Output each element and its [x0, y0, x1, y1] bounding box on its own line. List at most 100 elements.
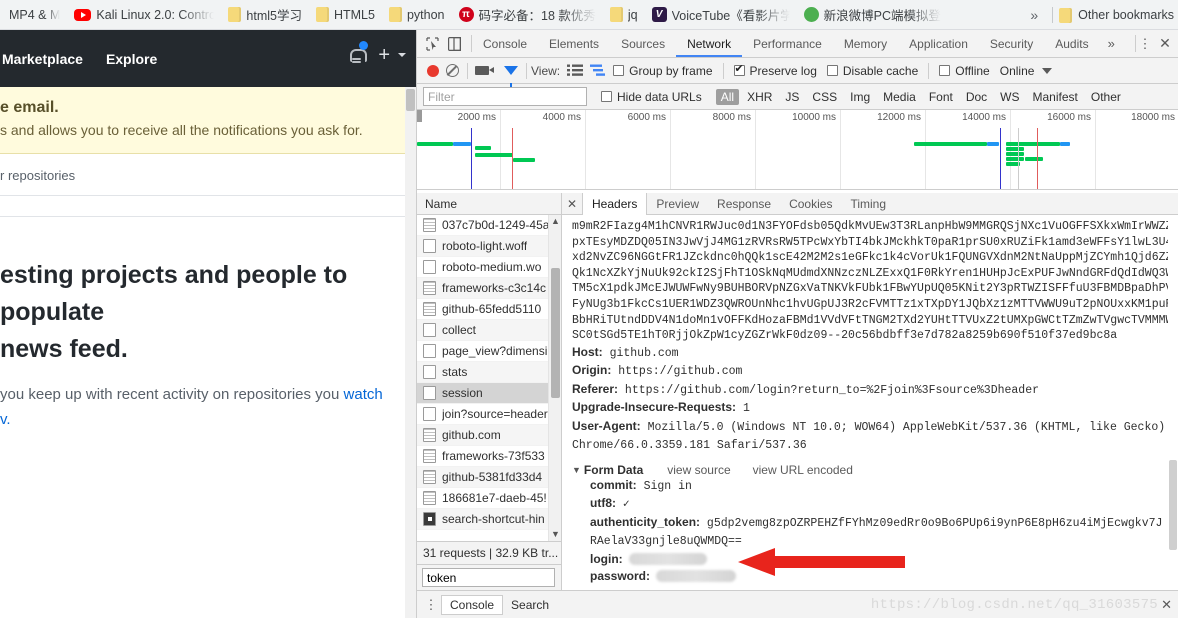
- tab-response[interactable]: Response: [708, 193, 780, 214]
- network-overview-timeline[interactable]: 2000 ms 4000 ms 6000 ms 8000 ms 10000 ms…: [417, 110, 1178, 190]
- form-data-section-header[interactable]: ▼ Form Data view source view URL encoded: [572, 463, 1178, 477]
- waterfall-view-icon[interactable]: [590, 64, 606, 78]
- tab-application[interactable]: Application: [898, 30, 979, 57]
- overview-band: [987, 142, 999, 146]
- group-by-frame-checkbox[interactable]: Group by frame: [613, 64, 713, 78]
- bookmark-item[interactable]: V VoiceTube《看影片学: [645, 3, 797, 27]
- capture-screenshots-icon[interactable]: [475, 66, 494, 75]
- request-list-scrollbar[interactable]: ▲ ▼: [548, 215, 561, 541]
- table-row[interactable]: github-5381fd33d4: [417, 467, 561, 488]
- request-list[interactable]: 037c7b0d-1249-45a roboto-light.woff robo…: [417, 215, 561, 541]
- filter-icon[interactable]: [504, 66, 518, 87]
- table-row[interactable]: frameworks-73f533: [417, 446, 561, 467]
- drawer-more-options-icon[interactable]: ⋮: [421, 598, 441, 611]
- bookmark-item[interactable]: HTML5: [309, 3, 382, 27]
- more-options-icon[interactable]: ⋮: [1136, 37, 1154, 50]
- other-bookmarks-button[interactable]: Other bookmarks: [1078, 8, 1174, 22]
- bookmark-item[interactable]: html5学习: [221, 3, 309, 27]
- toggle-device-toolbar-icon[interactable]: [448, 36, 461, 51]
- type-filter-xhr[interactable]: XHR: [742, 89, 777, 105]
- scroll-up-icon[interactable]: ▲: [549, 215, 561, 228]
- watch-link[interactable]: watch: [344, 386, 383, 403]
- tab-elements[interactable]: Elements: [538, 30, 610, 57]
- scroll-down-icon[interactable]: ▼: [549, 528, 561, 541]
- scrollbar-thumb[interactable]: [551, 268, 560, 398]
- tab-memory[interactable]: Memory: [833, 30, 898, 57]
- bookmark-item[interactable]: π 码字必备：18 款优秀: [452, 3, 603, 27]
- bookmark-item[interactable]: python: [382, 3, 452, 27]
- table-row-selected[interactable]: session: [417, 383, 561, 404]
- type-filter-media[interactable]: Media: [878, 89, 921, 105]
- request-column-header[interactable]: Name: [417, 193, 561, 215]
- table-row[interactable]: github-65fedd5110: [417, 299, 561, 320]
- filter-input[interactable]: [423, 87, 587, 106]
- hide-data-urls-checkbox[interactable]: Hide data URLs: [601, 90, 702, 104]
- table-row[interactable]: frameworks-c3c14c: [417, 278, 561, 299]
- tab-network[interactable]: Network: [676, 30, 742, 57]
- tab-sources[interactable]: Sources: [610, 30, 676, 57]
- table-row[interactable]: roboto-light.woff: [417, 236, 561, 257]
- bookmark-item[interactable]: MP4 & M: [2, 3, 67, 27]
- close-details-icon[interactable]: ✕: [562, 193, 582, 214]
- drawer-close-icon[interactable]: ✕: [1161, 597, 1178, 613]
- drawer-tab-console[interactable]: Console: [441, 594, 504, 615]
- type-filter-css[interactable]: CSS: [807, 89, 842, 105]
- table-row[interactable]: roboto-medium.wo: [417, 257, 561, 278]
- offline-checkbox[interactable]: Offline: [939, 64, 990, 78]
- details-scrollbar[interactable]: [1168, 215, 1178, 590]
- tab-preview[interactable]: Preview: [647, 193, 708, 214]
- header-key: Upgrade-Insecure-Requests:: [572, 400, 737, 415]
- type-filter-js[interactable]: JS: [780, 89, 804, 105]
- nav-marketplace[interactable]: Marketplace: [2, 51, 83, 67]
- bookmark-item[interactable]: 新浪微博PC端模拟登: [797, 3, 948, 27]
- type-filter-all[interactable]: All: [715, 88, 740, 105]
- view-source-link[interactable]: view source: [667, 463, 730, 477]
- notifications-bell-icon[interactable]: [349, 41, 369, 63]
- table-row[interactable]: page_view?dimensi: [417, 341, 561, 362]
- record-button-icon[interactable]: [427, 64, 439, 77]
- nav-explore[interactable]: Explore: [106, 51, 157, 67]
- chevron-down-icon[interactable]: [398, 52, 406, 57]
- type-filter-ws[interactable]: WS: [995, 89, 1024, 105]
- plus-icon[interactable]: +: [378, 45, 390, 65]
- type-filter-doc[interactable]: Doc: [961, 89, 992, 105]
- type-filter-img[interactable]: Img: [845, 89, 875, 105]
- tab-security[interactable]: Security: [979, 30, 1044, 57]
- type-filter-other[interactable]: Other: [1086, 89, 1126, 105]
- type-filter-font[interactable]: Font: [924, 89, 958, 105]
- tab-console[interactable]: Console: [472, 30, 538, 57]
- list-view-icon[interactable]: [567, 64, 584, 78]
- bookmark-item[interactable]: Kali Linux 2.0: Contro: [67, 3, 221, 27]
- table-row[interactable]: join?source=header: [417, 404, 561, 425]
- drawer-tab-search[interactable]: Search: [503, 596, 557, 614]
- throttling-select[interactable]: Online: [1000, 64, 1053, 78]
- tab-timing[interactable]: Timing: [841, 193, 895, 214]
- inspect-element-icon[interactable]: [426, 36, 439, 51]
- table-row[interactable]: search-shortcut-hin: [417, 509, 561, 530]
- tabs-overflow-button[interactable]: »: [1100, 30, 1123, 57]
- generic-file-icon: [423, 323, 436, 337]
- bookmark-item[interactable]: jq: [603, 3, 645, 27]
- type-filter-manifest[interactable]: Manifest: [1028, 89, 1083, 105]
- tab-performance[interactable]: Performance: [742, 30, 833, 57]
- close-icon[interactable]: ✕: [1156, 35, 1174, 52]
- clear-button-icon[interactable]: [446, 64, 459, 77]
- tab-cookies[interactable]: Cookies: [780, 193, 841, 214]
- table-row[interactable]: stats: [417, 362, 561, 383]
- request-filter-input[interactable]: [422, 568, 555, 587]
- tab-audits[interactable]: Audits: [1044, 30, 1099, 57]
- table-row[interactable]: github.com: [417, 425, 561, 446]
- table-row[interactable]: 037c7b0d-1249-45a: [417, 215, 561, 236]
- page-scrollbar[interactable]: [405, 87, 416, 618]
- scrollbar-thumb[interactable]: [1169, 460, 1177, 550]
- github-subnav[interactable]: r repositories: [0, 154, 416, 195]
- view-url-encoded-link[interactable]: view URL encoded: [753, 463, 853, 477]
- hero-para-line2[interactable]: v.: [0, 411, 11, 428]
- bookmarks-overflow-button[interactable]: »: [1022, 7, 1046, 23]
- page-scrollbar-thumb[interactable]: [406, 89, 415, 111]
- table-row[interactable]: 186681e7-daeb-45!: [417, 488, 561, 509]
- preserve-log-checkbox[interactable]: Preserve log: [733, 62, 817, 78]
- table-row[interactable]: collect: [417, 320, 561, 341]
- tab-headers[interactable]: Headers: [582, 193, 648, 215]
- disable-cache-checkbox[interactable]: Disable cache: [826, 64, 918, 78]
